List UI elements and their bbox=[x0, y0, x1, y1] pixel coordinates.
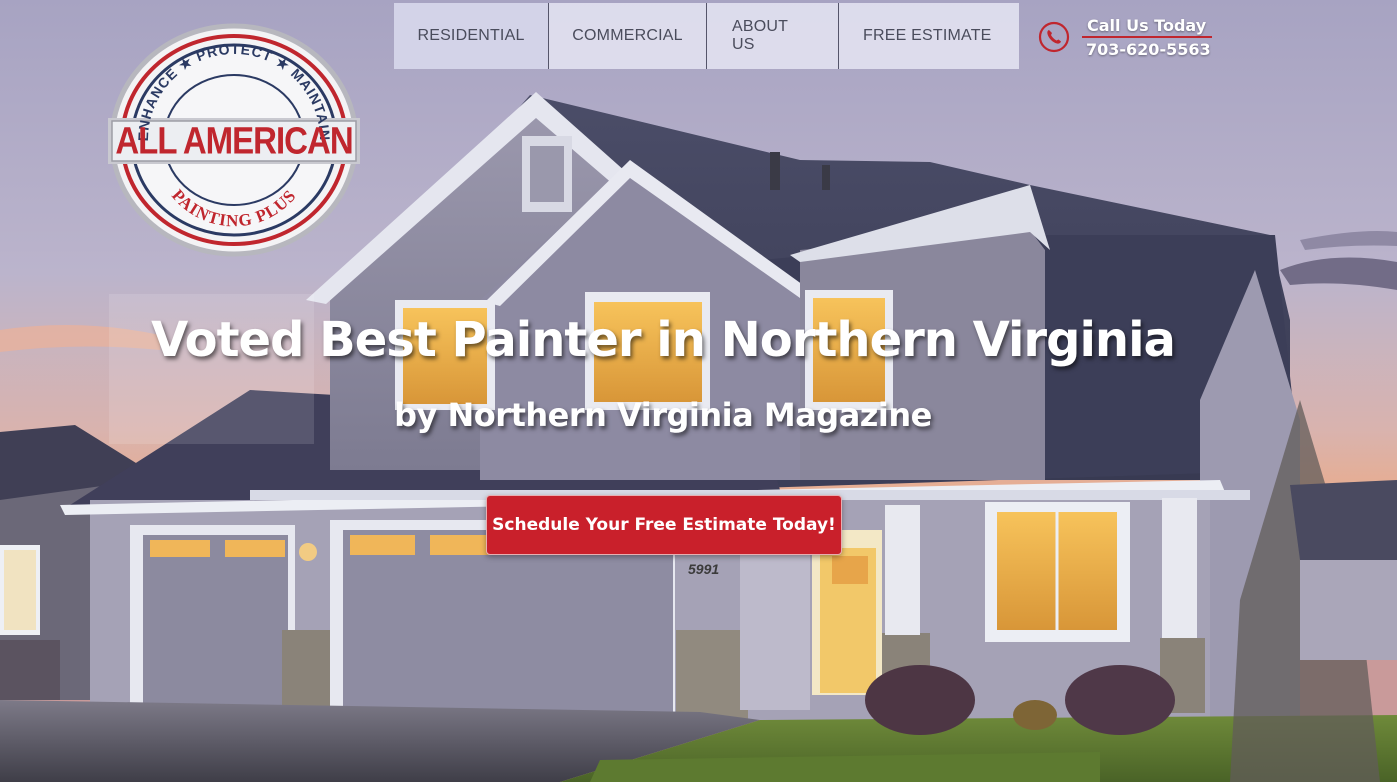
hero-headline: Voted Best Painter in Northern Virginia bbox=[151, 312, 1176, 368]
house-number: 5991 bbox=[688, 561, 719, 577]
main-nav: RESIDENTIAL COMMERCIAL ABOUT US FREE EST… bbox=[394, 3, 1019, 69]
call-text: Call Us Today 703-620-5563 bbox=[1082, 16, 1213, 59]
hero-subheadline: by Northern Virginia Magazine bbox=[394, 396, 932, 434]
nav-free-estimate[interactable]: FREE ESTIMATE bbox=[839, 3, 1019, 69]
phone-icon bbox=[1038, 21, 1070, 53]
nav-commercial[interactable]: COMMERCIAL bbox=[549, 3, 707, 69]
call-label: Call Us Today bbox=[1082, 16, 1213, 38]
schedule-estimate-button[interactable]: Schedule Your Free Estimate Today! bbox=[486, 495, 842, 555]
logo-main-text-wrap: ALL AMERICAN bbox=[108, 119, 360, 162]
call-us-block[interactable]: Call Us Today 703-620-5563 bbox=[1038, 10, 1213, 64]
nav-about-us[interactable]: ABOUT US bbox=[707, 3, 839, 69]
logo-main-text: ALL AMERICAN bbox=[115, 119, 353, 162]
phone-number-link[interactable]: 703-620-5563 bbox=[1082, 40, 1211, 59]
company-logo[interactable]: ENHANCE ★ PROTECT ★ MAINTAIN PAINTING PL… bbox=[108, 22, 360, 258]
nav-residential[interactable]: RESIDENTIAL bbox=[394, 3, 549, 69]
